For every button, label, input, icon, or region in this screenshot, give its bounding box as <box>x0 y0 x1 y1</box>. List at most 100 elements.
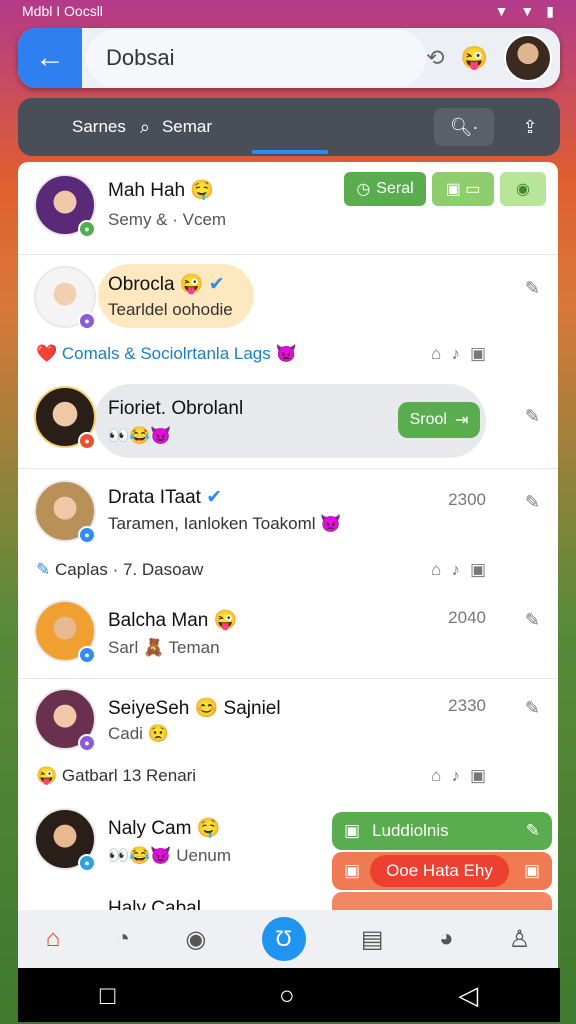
compass-icon[interactable]: ◉ <box>185 925 206 954</box>
pin-icon[interactable]: ✎ <box>525 278 540 299</box>
sync-icon[interactable]: ⟲ <box>426 45 444 71</box>
serial-button[interactable]: ◷ Seral <box>344 172 426 206</box>
tab-bar: Sarnes ⌕ Semar 🔍︎· ⇪ <box>18 98 560 156</box>
chat-row[interactable]: ● Fioriet. Obrolanl 👀😂😈 Srool ⇥ ✎ <box>18 376 558 468</box>
popup-label: Ooe Hata Ehy <box>370 855 509 887</box>
group-header[interactable]: 😜 Gatbarl 13 Renari <box>36 766 196 786</box>
status-icons: ▼ ▼ ▮ <box>495 3 554 20</box>
back-triangle-icon[interactable]: ◁ <box>458 980 478 1011</box>
home-icon[interactable]: ⌂ <box>46 925 61 953</box>
chat-time: 2330 <box>448 696 486 715</box>
verified-icon: ✔ <box>206 487 223 508</box>
battery-icon: ▮ <box>546 2 554 19</box>
view-button[interactable]: ◉ <box>500 172 546 206</box>
zoom-search-button[interactable]: 🔍︎· <box>434 108 494 146</box>
chat-time: 2300 <box>448 490 486 509</box>
thumb-icon[interactable]: ♪ <box>451 560 460 580</box>
status-badge: ● <box>78 432 96 450</box>
wifi-icon: ▼ <box>494 3 509 19</box>
chat-name: SeiyeSeh 😊 Sajniel <box>108 698 281 719</box>
recents-icon[interactable]: □ <box>100 980 116 1011</box>
square-icon[interactable]: ▣ <box>470 766 486 786</box>
media-button[interactable]: ▣ ▭ <box>432 172 494 206</box>
chat-name: Mah Hah 🤤 <box>108 180 215 201</box>
notification-icon[interactable]: ◕ <box>439 925 454 953</box>
share-button[interactable]: ⇪ <box>508 108 552 146</box>
chat-preview: 👀😂😈 Uenum <box>108 846 232 865</box>
image-icon: ▣ <box>344 861 361 880</box>
magnify-icon: 🔍︎· <box>449 116 479 137</box>
scroll-label: Srool <box>409 411 447 428</box>
share-icon: ⇪ <box>522 116 538 137</box>
pin-icon[interactable]: ✎ <box>525 406 540 427</box>
emoji-icon[interactable]: 😜 <box>461 45 488 71</box>
popup-item-luddiolnis[interactable]: ▣ Luddiolnis ✎ <box>332 812 552 850</box>
chat-name-text: Obrocla 😜 <box>108 274 204 295</box>
search-value: Dobsai <box>106 45 175 70</box>
verified-icon: ✔ <box>208 274 225 295</box>
group-actions: ⌂ ♪ ▣ <box>431 560 486 580</box>
home-small-icon[interactable]: ⌂ <box>431 766 441 786</box>
profile-icon[interactable]: ♙ <box>509 925 531 954</box>
chat-name: Balcha Man 😜 <box>108 610 238 631</box>
status-badge: ● <box>78 312 96 330</box>
chat-list: ● Mah Hah 🤤 Semy & · Vcem ◷ Seral ▣ ▭ ◉ … <box>18 162 558 912</box>
chat-row[interactable]: ● Drata ITaat ✔ Taramen, Ianloken Toakom… <box>18 468 558 552</box>
edit-box-icon: ✎ <box>525 821 540 840</box>
chat-preview: Tearldel oohodie <box>108 300 233 319</box>
status-badge: ● <box>78 854 96 872</box>
chat-row[interactable]: ● Obrocla 😜 ✔ Tearldel oohodie ✎ <box>18 254 558 342</box>
home-circle-icon[interactable]: ○ <box>279 980 295 1011</box>
status-badge: ● <box>78 734 96 752</box>
group-label: Caplas · 7. Dasoaw <box>54 560 204 579</box>
top-actions: ⟲ 😜 <box>426 34 560 82</box>
group-actions: ⌂ ♪ ▣ <box>431 766 486 786</box>
home-small-icon[interactable]: ⌂ <box>431 344 441 364</box>
chat-row[interactable]: ● Mah Hah 🤤 Semy & · Vcem ◷ Seral ▣ ▭ ◉ <box>18 162 558 254</box>
status-badge: ● <box>78 526 96 544</box>
heart-icon: ❤️ <box>36 344 58 363</box>
pin-icon[interactable]: ✎ <box>525 698 540 719</box>
back-button[interactable]: ← <box>18 28 82 88</box>
popup-item-hata[interactable]: ▣ Ooe Hata Ehy ▣ <box>332 852 552 890</box>
online-badge: ● <box>78 220 96 238</box>
smile-icon: 😜 <box>36 766 58 785</box>
signal-icon: ▼ <box>520 3 535 19</box>
tab-indicator <box>252 150 328 154</box>
chat-preview: Semy & · Vcem <box>108 210 227 229</box>
chat-bubble-icon[interactable]: ◔ <box>115 925 130 953</box>
group-header[interactable]: ✎ Caplas · 7. Dasoaw <box>36 560 203 580</box>
group-header[interactable]: ❤️ Comals & Sociolrtanla Lags 👿 <box>36 344 297 364</box>
pin-icon[interactable]: ✎ <box>525 610 540 631</box>
group-edit-icon: ✎ <box>36 560 51 579</box>
inbox-icon[interactable]: ▤ <box>361 925 384 954</box>
chat-row[interactable]: ● Balcha Man 😜 Sarl 🧸 Teman 2040 ✎ <box>18 590 558 676</box>
home-small-icon[interactable]: ⌂ <box>431 560 441 580</box>
clock-icon: ◷ <box>356 181 371 198</box>
tab-search[interactable]: Semar <box>162 117 212 137</box>
cup-icon: Ʊ <box>275 926 292 951</box>
thumb-icon[interactable]: ♪ <box>451 766 460 786</box>
status-bar: Mdbl I Oocsll ▼ ▼ ▮ <box>0 0 576 22</box>
eye-icon: ◉ <box>516 181 530 198</box>
create-button[interactable]: Ʊ <box>261 917 306 961</box>
chat-preview: Taramen, Ianloken Toakoml 👿 <box>108 514 342 533</box>
scroll-button[interactable]: Srool ⇥ <box>398 402 480 438</box>
serial-label: Seral <box>376 180 414 197</box>
thumb-icon[interactable]: ♪ <box>451 344 460 364</box>
chat-name: Fioriet. Obrolanl <box>108 398 244 419</box>
card-icon: ▣ ▭ <box>445 181 481 198</box>
group-actions: ⌂ ♪ ▣ <box>431 344 486 364</box>
search-field[interactable]: Dobsai <box>86 30 427 86</box>
box-icon: ▣ <box>523 861 540 880</box>
exit-icon: ⇥ <box>454 412 469 429</box>
tab-sarnes[interactable]: Sarnes <box>72 117 126 137</box>
chat-row[interactable]: ● SeiyeSeh 😊 Sajniel Cadi 😟 2330 ✎ <box>18 678 558 762</box>
square-icon[interactable]: ▣ <box>470 344 486 364</box>
profile-avatar[interactable] <box>504 34 552 82</box>
bottom-navigation: ⌂ ◔ ◉ Ʊ ▤ ◕ ♙ <box>18 910 558 968</box>
popup-item-partial[interactable] <box>332 892 552 912</box>
search-icon[interactable]: ⌕ <box>140 117 150 138</box>
square-icon[interactable]: ▣ <box>470 560 486 580</box>
pin-icon[interactable]: ✎ <box>525 492 540 513</box>
